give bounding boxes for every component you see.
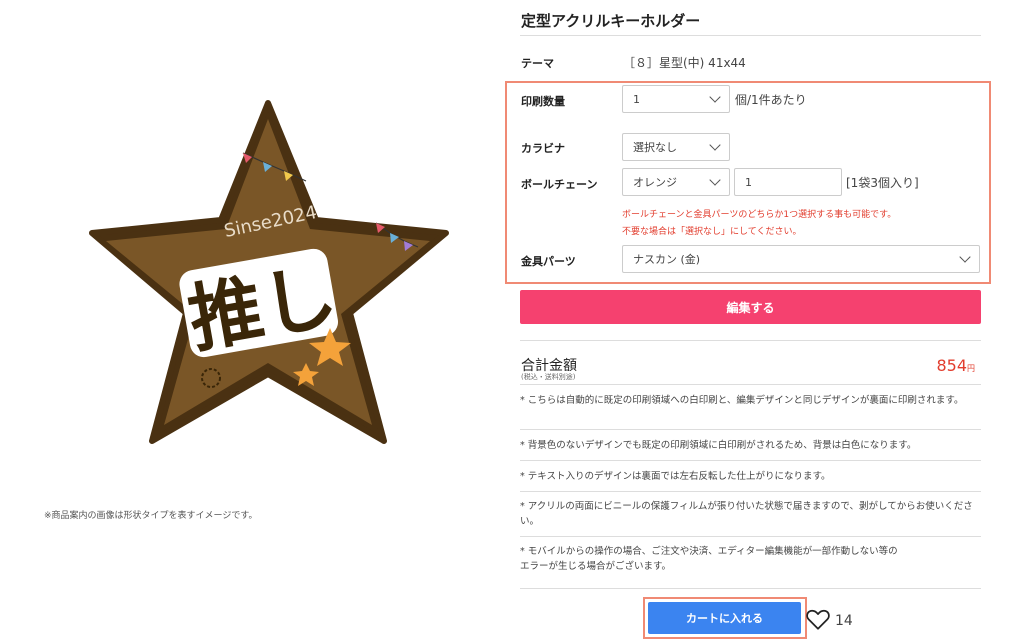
- divider: [520, 536, 981, 537]
- quantity-select[interactable]: 1: [622, 85, 730, 113]
- product-title: 定型アクリルキーホルダー: [521, 12, 701, 30]
- ball-chain-selected: オレンジ: [633, 176, 677, 189]
- ball-chain-quantity-input[interactable]: 1: [734, 168, 842, 196]
- divider: [520, 491, 981, 492]
- divider: [520, 460, 981, 461]
- carabiner-label: カラビナ: [521, 142, 565, 155]
- total-price: 854円: [936, 356, 975, 375]
- note-5: * モバイルからの操作の場合、ご注文や決済、エディター編集機能が一部作動しない等…: [520, 546, 898, 572]
- metal-parts-selected: ナスカン (金): [633, 253, 701, 266]
- add-to-cart-button[interactable]: カートに入れる: [648, 602, 801, 634]
- theme-value: ［８］星型(中) 41x44: [623, 56, 746, 70]
- chevron-down-icon: [709, 91, 721, 103]
- ball-chain-suffix: [1袋3個入り]: [846, 176, 919, 190]
- product-image-panel: Sinse2024 推し ※商品案内の画像は形状タイプを表すイメージです。: [0, 0, 500, 643]
- divider: [520, 35, 981, 36]
- product-sample-image: Sinse2024 推し: [88, 95, 453, 450]
- theme-label: テーマ: [521, 57, 554, 70]
- note-2: * 背景色のないデザインでも既定の印刷領域に白印刷がされるため、背景は白色になり…: [520, 440, 917, 451]
- divider: [520, 429, 981, 430]
- chevron-down-icon: [959, 251, 971, 263]
- chevron-down-icon: [709, 139, 721, 151]
- note-3: * テキスト入りのデザインは裏面では左右反転した仕上がりになります。: [520, 471, 831, 482]
- quantity-label: 印刷数量: [521, 95, 565, 108]
- edit-button[interactable]: 編集する: [520, 290, 981, 324]
- total-sublabel: (税込・送料別途): [521, 373, 576, 381]
- price-currency: 円: [967, 364, 975, 373]
- ball-chain-quantity-value: 1: [745, 175, 752, 189]
- metal-parts-label: 金具パーツ: [521, 255, 576, 268]
- heart-icon[interactable]: [805, 606, 831, 632]
- ball-chain-select[interactable]: オレンジ: [622, 168, 730, 196]
- product-options-panel: 定型アクリルキーホルダー テーマ ［８］星型(中) 41x44 印刷数量 1 個…: [505, 0, 1005, 643]
- carabiner-select[interactable]: 選択なし: [622, 133, 730, 161]
- divider: [520, 588, 981, 589]
- divider: [520, 340, 981, 341]
- carabiner-selected: 選択なし: [633, 141, 677, 154]
- ball-chain-label: ボールチェーン: [521, 178, 598, 191]
- image-note: ※商品案内の画像は形状タイプを表すイメージです。: [44, 511, 258, 521]
- price-value: 854: [936, 356, 967, 375]
- chevron-down-icon: [709, 174, 721, 186]
- metal-parts-select[interactable]: ナスカン (金): [622, 245, 980, 273]
- ball-chain-warning-2: 不要な場合は「選択なし」にしてください。: [622, 227, 802, 237]
- divider: [520, 384, 981, 385]
- quantity-suffix: 個/1件あたり: [735, 93, 807, 107]
- quantity-selected: 1: [633, 92, 640, 106]
- note-1: * こちらは自動的に既定の印刷領域への白印刷と、編集デザインと同じデザインが裏面…: [520, 395, 964, 406]
- star-keychain-image: Sinse2024 推し: [89, 100, 449, 444]
- like-count: 14: [835, 613, 853, 629]
- note-4: * アクリルの両面にビニールの保護フィルムが張り付いた状態で届きますので、剥がし…: [520, 501, 973, 527]
- ball-chain-warning-1: ボールチェーンと金具パーツのどちらか1つ選択する事も可能です。: [622, 210, 897, 220]
